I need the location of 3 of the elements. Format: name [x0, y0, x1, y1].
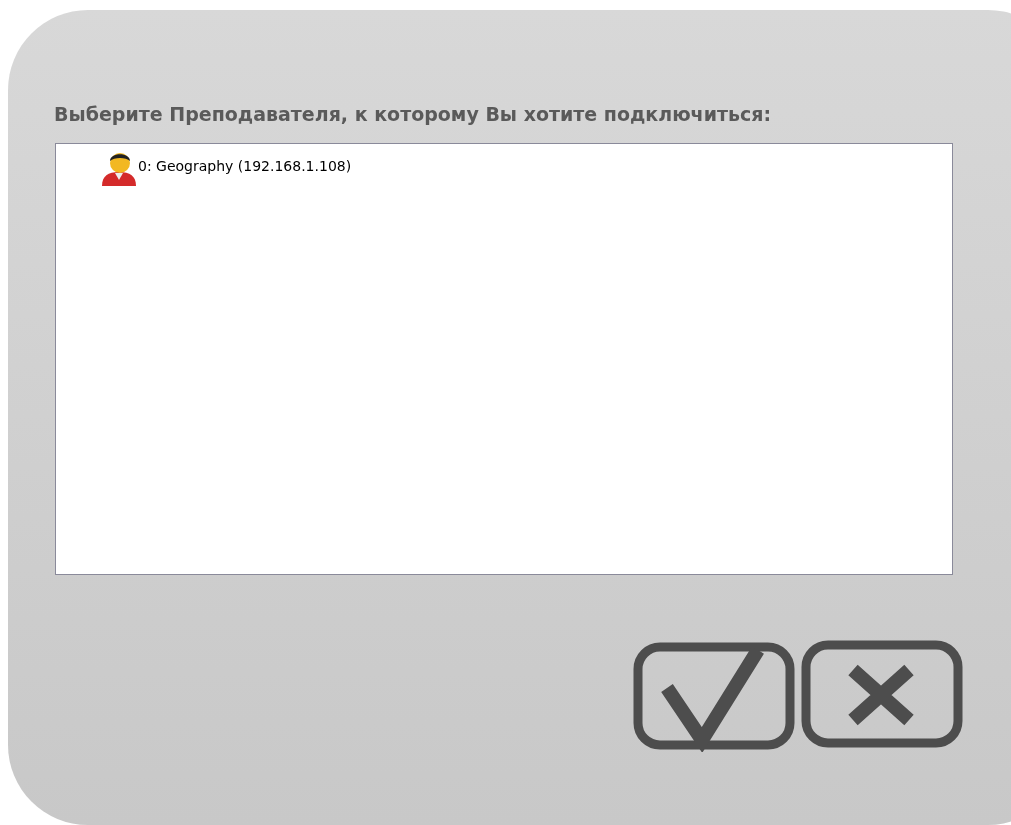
teacher-list[interactable]: 0: Geography (192.168.1.108) [55, 142, 953, 575]
teacher-item[interactable]: 0: Geography (192.168.1.108) [138, 156, 352, 177]
prompt-text: Выберите Преподавателя, к которому Вы хотите подключиться: [54, 102, 773, 127]
